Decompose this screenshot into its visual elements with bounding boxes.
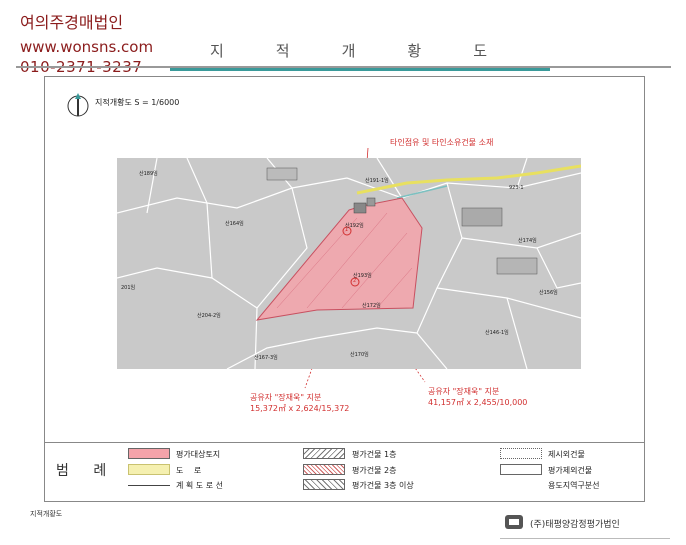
scale-label: 지적개황도 S = 1/6000 <box>95 98 180 107</box>
brand-url[interactable]: www.wonsns.com <box>20 38 153 56</box>
page-title: 지적개황도 <box>210 42 540 60</box>
parcel-label: 산156임 <box>539 290 558 296</box>
parcel-label: 산189임 <box>139 171 158 177</box>
legend-label: 평가건물 2층 <box>352 466 397 475</box>
marker-2: 2 <box>353 278 357 284</box>
header-accent-divider <box>170 68 550 71</box>
legend-swatch-floor1 <box>303 448 345 459</box>
legend-label: 계 획 도 로 선 <box>176 481 223 490</box>
legend-swatch-subject <box>128 448 170 459</box>
legend-title: 범 례 <box>56 463 117 479</box>
legend-label: 평가건물 3층 이상 <box>352 481 414 490</box>
parcel-label: 산174임 <box>518 238 537 244</box>
legend-label: 평가건물 1층 <box>352 450 397 459</box>
legend-swatch-road <box>128 464 170 475</box>
note-left-line2: 15,372㎡ x 2,624/15,372 <box>250 404 350 413</box>
cadastral-map[interactable]: 산189임 산191-1임 923-1 산164임 산192임 산174임 산1… <box>117 158 581 369</box>
legend-label: 제시외건물 <box>548 450 585 459</box>
parcel-label: 산164임 <box>225 221 244 227</box>
brand-name: 여의주경매법인 <box>20 13 124 32</box>
parcel-label: 201임 <box>121 285 136 291</box>
legend-label: 평가제외건물 <box>548 466 593 475</box>
parcel-label: 산146-1임 <box>485 330 509 336</box>
parcel-label: 923-1 <box>509 185 524 191</box>
footer-doc-label: 지적개황도 <box>30 510 63 518</box>
footer-company: (주)태평양감정평가법인 <box>530 520 620 530</box>
legend-label: 용도지역구분선 <box>548 481 600 490</box>
marker-1: 1 <box>345 227 349 233</box>
north-arrow-icon <box>67 93 89 117</box>
legend-label: 도 로 <box>176 466 206 475</box>
legend-swatch-planline <box>128 485 170 486</box>
legend-swatch-floor2 <box>303 464 345 475</box>
parcel-label: 산191-1임 <box>365 178 389 184</box>
legend-swatch-blank <box>500 464 542 475</box>
legend-label: 평가대상토지 <box>176 450 221 459</box>
footer-divider <box>500 538 670 539</box>
legend-swatch-floor3 <box>303 479 345 490</box>
legend-swatch-dotted <box>500 448 542 459</box>
parcel-label: 산170임 <box>350 352 369 358</box>
parcel-label: 산167-3임 <box>254 355 278 361</box>
parcel-label: 산172임 <box>362 303 381 309</box>
company-logo-icon <box>505 515 523 529</box>
parcel-label: 산204-2임 <box>197 313 221 319</box>
